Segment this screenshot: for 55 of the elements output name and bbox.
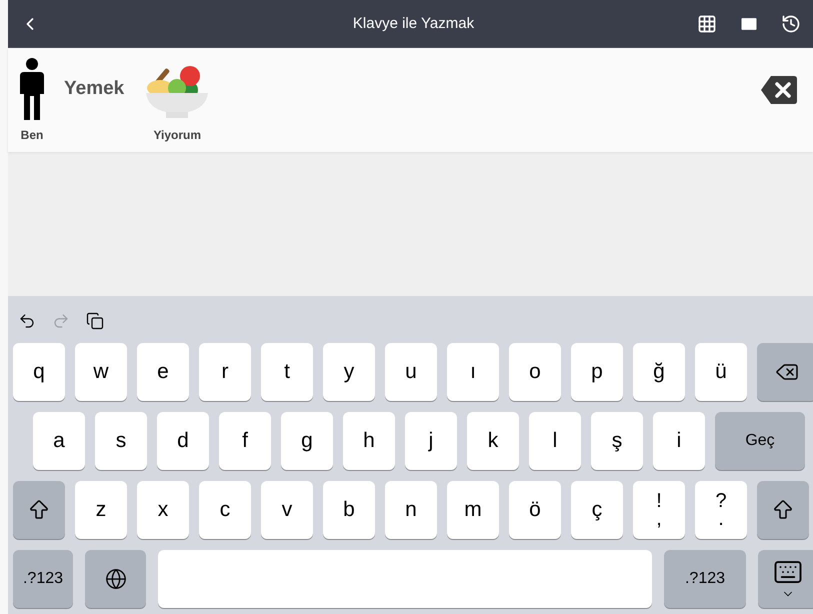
header-title: Klavye ile Yazmak	[352, 14, 476, 34]
key[interactable]: r	[199, 343, 251, 401]
key[interactable]: k	[467, 412, 519, 470]
key[interactable]: ş	[591, 412, 643, 470]
undo-icon[interactable]	[18, 312, 36, 330]
shift-icon	[771, 498, 795, 522]
key[interactable]: a	[33, 412, 85, 470]
key[interactable]: l	[529, 412, 581, 470]
key[interactable]: ö	[509, 481, 561, 539]
key[interactable]: ! ,	[633, 481, 685, 539]
key[interactable]: m	[447, 481, 499, 539]
grid-icon[interactable]	[697, 14, 717, 34]
numbers-key[interactable]: .?123	[13, 550, 73, 608]
paste-icon[interactable]	[86, 312, 104, 330]
key[interactable]: g	[281, 412, 333, 470]
shift-icon	[27, 498, 51, 522]
numbers-key[interactable]: .?123	[664, 550, 746, 608]
key[interactable]: ? .	[695, 481, 747, 539]
go-key[interactable]: Geç	[715, 412, 805, 470]
shift-key[interactable]	[13, 481, 65, 539]
sentence-word[interactable]: Yemek	[64, 74, 124, 104]
key[interactable]: ı	[447, 343, 499, 401]
delete-icon[interactable]	[761, 76, 797, 104]
key[interactable]: i	[653, 412, 705, 470]
key[interactable]: w	[75, 343, 127, 401]
key[interactable]: ğ	[633, 343, 685, 401]
globe-icon	[104, 568, 126, 590]
key[interactable]: ü	[695, 343, 747, 401]
hide-key[interactable]	[758, 550, 813, 608]
key[interactable]: v	[261, 481, 313, 539]
key[interactable]: j	[405, 412, 457, 470]
key[interactable]: q	[13, 343, 65, 401]
symbol-caption: Yiyorum	[153, 127, 202, 144]
key[interactable]: b	[323, 481, 375, 539]
key[interactable]: c	[199, 481, 251, 539]
key[interactable]: t	[261, 343, 313, 401]
key[interactable]: d	[157, 412, 209, 470]
shift-key[interactable]	[757, 481, 809, 539]
key[interactable]: u	[385, 343, 437, 401]
key[interactable]: y	[323, 343, 375, 401]
key[interactable]: ç	[571, 481, 623, 539]
key[interactable]: s	[95, 412, 147, 470]
person-icon	[20, 58, 44, 120]
backspace-key[interactable]	[757, 343, 813, 401]
globe-key[interactable]	[85, 550, 146, 608]
key[interactable]: h	[343, 412, 395, 470]
key[interactable]: n	[385, 481, 437, 539]
symbol-caption: Ben	[20, 127, 44, 144]
key[interactable]: e	[137, 343, 189, 401]
history-icon[interactable]	[781, 14, 801, 34]
key[interactable]: x	[137, 481, 189, 539]
key[interactable]: z	[75, 481, 127, 539]
key[interactable]: f	[219, 412, 271, 470]
key[interactable]: p	[571, 343, 623, 401]
key[interactable]: o	[509, 343, 561, 401]
